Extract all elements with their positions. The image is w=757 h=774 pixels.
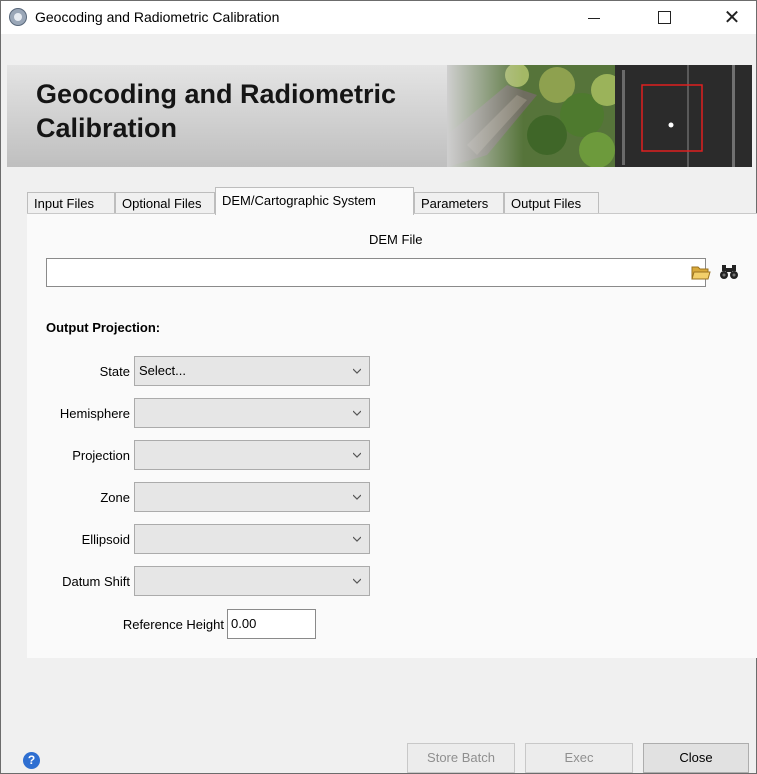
- projection-label: Projection: [72, 448, 130, 463]
- binoculars-icon: [720, 264, 738, 279]
- maximize-icon: [657, 11, 671, 24]
- dem-file-input[interactable]: [46, 258, 706, 287]
- main-window: Geocoding and Radiometric Calibration ✕ …: [0, 0, 757, 774]
- state-label: State: [99, 364, 130, 379]
- tab-dem-cartographic-system[interactable]: DEM/Cartographic System: [215, 187, 414, 215]
- hemisphere-select[interactable]: [134, 398, 370, 428]
- close-window-button[interactable]: ✕: [709, 1, 755, 34]
- ellipsoid-label: Ellipsoid: [81, 532, 130, 547]
- chevron-down-icon: [353, 578, 361, 584]
- browse-button[interactable]: [717, 259, 741, 284]
- projection-select[interactable]: [134, 440, 370, 470]
- maximize-button[interactable]: [641, 1, 687, 34]
- chevron-down-icon: [353, 536, 361, 542]
- tab-parameters[interactable]: Parameters: [414, 192, 504, 214]
- ellipsoid-select[interactable]: [134, 524, 370, 554]
- open-folder-button[interactable]: [689, 259, 713, 284]
- datum-shift-label: Datum Shift: [62, 574, 130, 589]
- tab-panel: DEM File Output Projection: State Select: [27, 213, 757, 658]
- folder-open-icon: [691, 266, 711, 279]
- minimize-icon: [588, 18, 600, 19]
- chevron-down-icon: [353, 452, 361, 458]
- title-bar: Geocoding and Radiometric Calibration ✕: [1, 1, 756, 34]
- output-projection-title: Output Projection:: [46, 320, 161, 335]
- hemisphere-label: Hemisphere: [59, 406, 130, 421]
- chevron-down-icon: [353, 494, 361, 500]
- tab-optional-files[interactable]: Optional Files: [115, 192, 215, 214]
- close-button[interactable]: Close: [643, 743, 749, 773]
- zone-label: Zone: [100, 490, 130, 505]
- header-banner: Geocoding and Radiometric Calibration: [7, 65, 752, 167]
- dem-file-label: DEM File: [369, 232, 423, 247]
- minimize-button[interactable]: [571, 1, 617, 34]
- zone-select[interactable]: [134, 482, 370, 512]
- banner-image: [447, 65, 752, 167]
- datum-shift-select[interactable]: [134, 566, 370, 596]
- close-icon: ✕: [723, 7, 741, 29]
- app-icon: [9, 8, 27, 26]
- banner-title: Geocoding and Radiometric Calibration: [36, 79, 397, 143]
- tab-input-files[interactable]: Input Files: [27, 192, 115, 214]
- reference-height-input[interactable]: 0.00: [227, 609, 316, 639]
- tab-output-files[interactable]: Output Files: [504, 192, 599, 214]
- reference-height-label: Reference Height: [122, 617, 224, 632]
- exec-button[interactable]: Exec: [525, 743, 633, 773]
- window-title: Geocoding and Radiometric Calibration: [35, 9, 280, 25]
- store-batch-button[interactable]: Store Batch: [407, 743, 515, 773]
- state-select-value: Select...: [139, 363, 186, 378]
- help-icon[interactable]: ?: [23, 752, 40, 769]
- chevron-down-icon: [353, 368, 361, 374]
- state-select[interactable]: Select...: [134, 356, 370, 386]
- chevron-down-icon: [353, 410, 361, 416]
